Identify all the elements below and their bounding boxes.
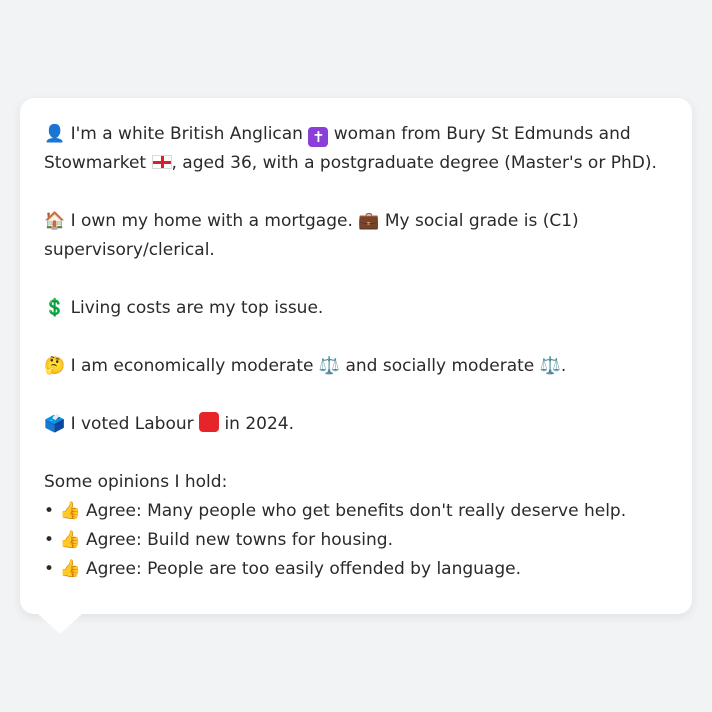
labour-red-square-icon (199, 412, 220, 432)
opinion-text: Agree: People are too easily offended by… (86, 559, 521, 579)
social-text: and socially moderate (345, 356, 535, 376)
opinion-item: • 👍 Agree: Many people who get benefits … (44, 497, 668, 526)
intro-text-3: , aged 36, with a postgraduate degree (M… (171, 153, 657, 173)
thinking-face-icon: 🤔 (44, 356, 66, 376)
opinion-text: Agree: Many people who get benefits don'… (86, 501, 627, 521)
person-icon: 👤 (44, 124, 66, 144)
bullet: • (44, 530, 55, 550)
opinions-heading: Some opinions I hold: (44, 472, 228, 492)
house-icon: 🏠 (44, 211, 66, 231)
scales-icon: ⚖️ (318, 356, 341, 376)
intro-paragraph: 👤 I'm a white British Anglican ✝ woman f… (44, 120, 668, 178)
opinion-item: • 👍 Agree: People are too easily offende… (44, 555, 668, 584)
opinion-item: • 👍 Agree: Build new towns for housing. (44, 526, 668, 555)
top-issue-text: Living costs are my top issue. (70, 298, 324, 318)
thumbs-up-icon: 👍 (59, 501, 81, 521)
dollar-icon: 💲 (44, 298, 66, 318)
bullet: • (44, 501, 55, 521)
england-flag-icon (151, 155, 172, 169)
home-paragraph: 🏠 I own my home with a mortgage. 💼 My so… (44, 207, 668, 265)
briefcase-icon: 💼 (358, 211, 380, 231)
thumbs-up-icon: 👍 (59, 530, 81, 550)
ideology-paragraph: 🤔 I am economically moderate ⚖️ and soci… (44, 352, 668, 381)
persona-message-bubble: 👤 I'm a white British Anglican ✝ woman f… (20, 98, 692, 614)
bullet: • (44, 559, 55, 579)
issue-paragraph: 💲 Living costs are my top issue. (44, 294, 668, 323)
opinion-text: Agree: Build new towns for housing. (86, 530, 394, 550)
vote-year-text: in 2024. (224, 414, 295, 434)
economic-text: I am economically moderate (70, 356, 314, 376)
intro-text-1: I'm a white British Anglican (70, 124, 303, 144)
home-text: I own my home with a mortgage. (70, 211, 353, 231)
bubble-tail (38, 614, 82, 634)
scales-icon: ⚖️ (539, 356, 561, 376)
latin-cross-icon: ✝ (308, 127, 329, 147)
ballot-box-icon: 🗳️ (44, 414, 66, 434)
thumbs-up-icon: 👍 (59, 559, 81, 579)
vote-paragraph: 🗳️ I voted Labour in 2024. (44, 410, 668, 439)
vote-text: I voted Labour (70, 414, 194, 434)
ideology-period: . (560, 356, 567, 376)
